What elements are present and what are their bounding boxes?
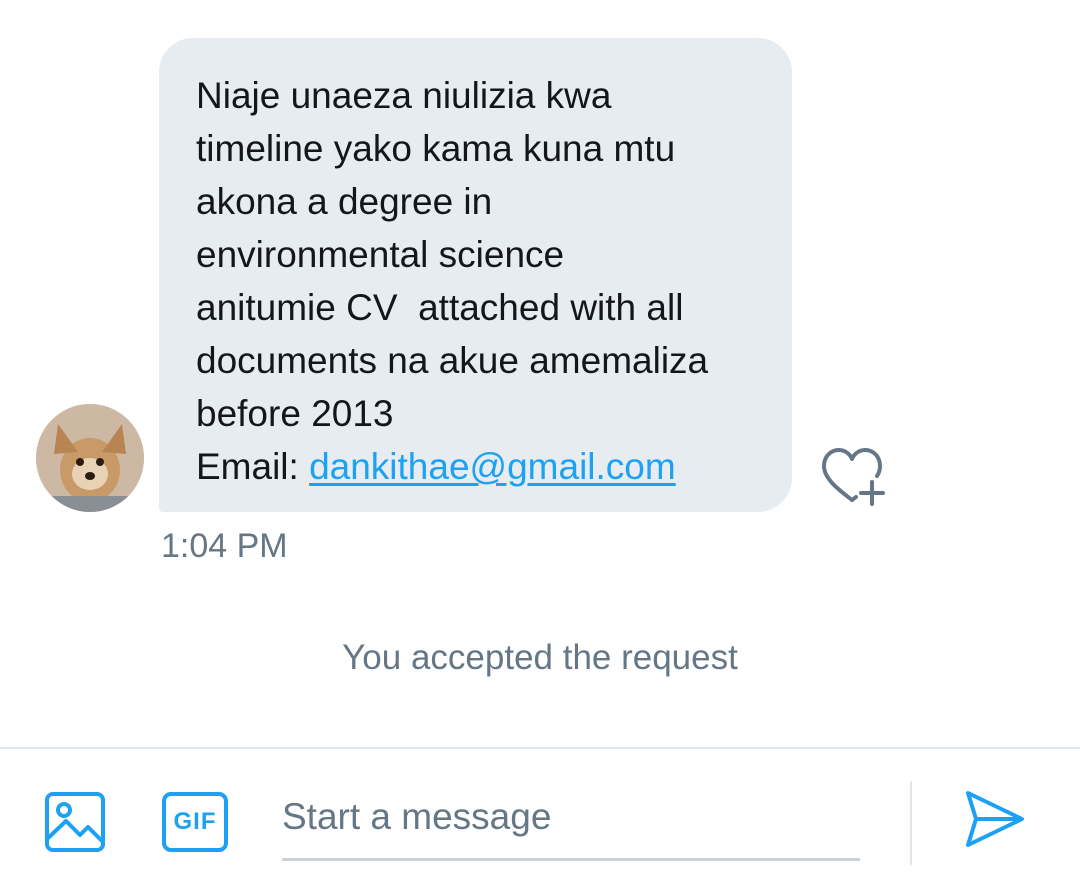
message-line: documents na akue amemaliza bbox=[196, 340, 709, 381]
message-line: anitumie CV attached with all bbox=[196, 287, 684, 328]
message-composer: GIF bbox=[0, 747, 1080, 893]
message-timestamp: 1:04 PM bbox=[161, 527, 288, 565]
avatar[interactable] bbox=[36, 404, 144, 512]
add-reaction-heart-icon[interactable] bbox=[818, 446, 890, 508]
email-link[interactable]: dankithae@gmail.com bbox=[309, 446, 676, 487]
message-line: environmental science bbox=[196, 234, 565, 275]
gif-button[interactable]: GIF bbox=[162, 792, 228, 852]
composer-divider bbox=[910, 781, 912, 865]
image-icon[interactable] bbox=[44, 791, 106, 853]
message-line: timeline yako kama kuna mtu bbox=[196, 128, 676, 169]
send-icon[interactable] bbox=[964, 788, 1026, 850]
dm-conversation-screen: Niaje unaeza niulizia kwa timeline yako … bbox=[0, 0, 1080, 893]
message-line: before 2013 bbox=[196, 393, 394, 434]
message-input[interactable] bbox=[282, 777, 860, 857]
request-accepted-note: You accepted the request bbox=[342, 638, 738, 677]
email-label: Email: bbox=[196, 446, 310, 487]
message-input-wrapper bbox=[282, 777, 860, 861]
message-line: Niaje unaeza niulizia kwa bbox=[196, 75, 612, 116]
message-bubble[interactable]: Niaje unaeza niulizia kwa timeline yako … bbox=[159, 38, 792, 512]
message-line: akona a degree in bbox=[196, 181, 493, 222]
message-email-line: Email: dankithae@gmail.com bbox=[196, 440, 756, 493]
